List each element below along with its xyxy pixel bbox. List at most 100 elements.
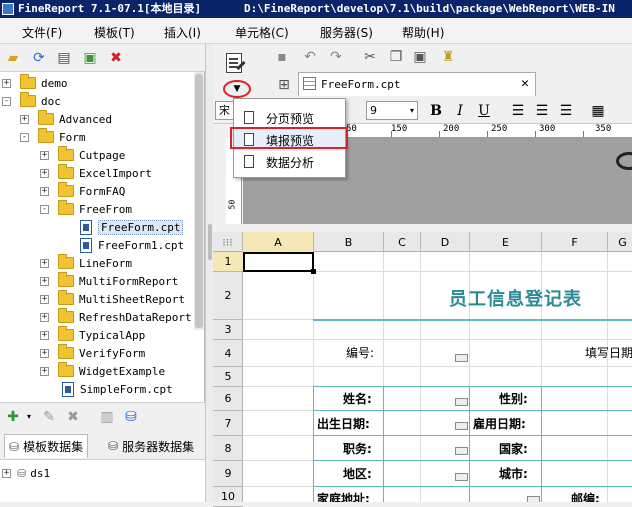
tab-template-datasets[interactable]: ⛁ 模板数据集 — [4, 434, 89, 458]
expand-icon[interactable]: + — [40, 168, 49, 178]
panel-splitter[interactable] — [205, 44, 213, 502]
edit-icon[interactable]: ✎ — [40, 408, 58, 426]
preview-button[interactable] — [222, 50, 250, 80]
row-header[interactable]: 6 — [213, 387, 243, 411]
column-header-e[interactable]: E — [470, 232, 542, 252]
splitter-handle[interactable] — [208, 224, 212, 260]
expand-icon[interactable]: + — [2, 468, 11, 478]
row-header[interactable]: 7 — [213, 411, 243, 436]
expand-icon[interactable]: + — [40, 186, 49, 196]
menu-cell[interactable]: 单元格(C) — [235, 24, 289, 41]
close-icon[interactable]: ✕ — [521, 76, 529, 91]
menu-insert[interactable]: 插入(I) — [164, 24, 201, 41]
menu-help[interactable]: 帮助(H) — [402, 24, 444, 41]
column-header-f[interactable]: F — [542, 232, 608, 252]
tab-server-datasets[interactable]: ⛁ 服务器数据集 — [104, 434, 198, 458]
scrollbar-thumb[interactable] — [195, 74, 203, 328]
bold-button[interactable]: B — [427, 102, 445, 120]
row-header[interactable]: 8 — [213, 436, 243, 461]
delete-icon[interactable]: ✖ — [107, 49, 125, 67]
tree-node-cutpage[interactable]: + Cutpage — [40, 146, 125, 164]
tree-node-lineform[interactable]: + LineForm — [40, 254, 132, 272]
selected-cell-a1[interactable] — [243, 252, 314, 272]
row-header[interactable]: 3 — [213, 320, 243, 340]
undo-icon[interactable]: ↶ — [301, 48, 319, 66]
collapse-icon[interactable]: - — [2, 96, 11, 106]
row-header[interactable]: 9 — [213, 461, 243, 487]
expand-icon[interactable]: + — [40, 258, 49, 268]
tree-node-form[interactable]: - Form — [20, 128, 86, 146]
tab-freeform-cpt[interactable]: FreeForm.cpt ✕ — [298, 72, 536, 96]
row-header[interactable]: 2 — [213, 272, 243, 320]
tree-scrollbar[interactable] — [194, 72, 204, 330]
row-header[interactable]: 1 — [213, 252, 243, 272]
text-widget-marker[interactable] — [527, 496, 540, 502]
tree-node-multiformreport[interactable]: + MultiFormReport — [40, 272, 178, 290]
paste-icon[interactable]: ▣ — [411, 48, 429, 66]
align-left-icon[interactable]: ☰ — [509, 102, 527, 120]
expand-icon[interactable]: + — [2, 78, 11, 88]
column-header-d[interactable]: D — [421, 232, 470, 252]
menu-item-data-analysis[interactable]: 数据分析 — [234, 151, 345, 173]
tree-node-advanced[interactable]: + Advanced — [20, 110, 112, 128]
tree-node-refreshdatareport[interactable]: + RefreshDataReport — [40, 308, 192, 326]
column-header-g[interactable]: G — [608, 232, 632, 252]
cut-icon[interactable]: ✂ — [361, 48, 379, 66]
tree-node-widgetexample[interactable]: + WidgetExample — [40, 362, 165, 380]
fill-handle[interactable] — [311, 269, 316, 274]
expand-icon[interactable]: + — [40, 276, 49, 286]
tree-node-verifyform[interactable]: + VerifyForm — [40, 344, 145, 362]
tree-node-demo[interactable]: + demo — [2, 74, 68, 92]
select-all-corner[interactable]: ⁝⁝⁝ — [213, 232, 243, 252]
column-header-c[interactable]: C — [384, 232, 421, 252]
properties-icon[interactable]: ▤ — [55, 49, 73, 67]
dataset-item[interactable]: + ⛁ ds1 — [2, 464, 50, 482]
connection-icon[interactable]: ⛁ — [122, 408, 140, 426]
menu-file[interactable]: 文件(F) — [22, 24, 62, 41]
font-size-select[interactable]: 9 ▾ — [366, 101, 418, 120]
dropdown-arrow-icon[interactable]: ▾ — [20, 408, 38, 426]
combo-widget-marker[interactable] — [455, 447, 468, 455]
preview-dropdown-arrow[interactable]: ▼ — [223, 80, 251, 98]
collapse-icon[interactable]: - — [40, 204, 49, 214]
row-header[interactable]: 10 — [213, 487, 243, 507]
redo-icon[interactable]: ↷ — [327, 48, 345, 66]
copy-icon[interactable]: ❐ — [387, 48, 405, 66]
tree-node-simpleform-cpt[interactable]: SimpleForm.cpt — [62, 380, 173, 398]
preview-data-icon[interactable]: ▥ — [98, 408, 116, 426]
tree-node-freefrom[interactable]: - FreeFrom — [40, 200, 132, 218]
column-header-b[interactable]: B — [314, 232, 384, 252]
row-header[interactable]: 4 — [213, 340, 243, 367]
tree-node-typicalapp[interactable]: + TypicalApp — [40, 326, 145, 344]
remove-icon[interactable]: ✖ — [64, 408, 82, 426]
refresh-icon[interactable]: ⟳ — [30, 49, 48, 67]
tree-node-multisheetreport[interactable]: + MultiSheetReport — [40, 290, 185, 308]
tree-node-excelimport[interactable]: + ExcelImport — [40, 164, 152, 182]
format-painter-icon[interactable]: ♜ — [439, 48, 457, 66]
date-widget-marker[interactable] — [455, 422, 468, 430]
align-center-icon[interactable]: ☰ — [533, 102, 551, 120]
border-icon[interactable]: ▦ — [589, 102, 607, 120]
expand-icon[interactable]: + — [40, 348, 49, 358]
row-header[interactable]: 5 — [213, 367, 243, 387]
new-folder-icon[interactable]: ▣ — [81, 49, 99, 67]
expand-icon[interactable]: + — [40, 294, 49, 304]
align-right-icon[interactable]: ☰ — [557, 102, 575, 120]
text-widget-marker[interactable] — [455, 354, 468, 362]
expand-icon[interactable]: + — [40, 366, 49, 376]
expand-icon[interactable]: + — [40, 330, 49, 340]
expand-icon[interactable]: + — [40, 150, 49, 160]
combo-widget-marker[interactable] — [455, 473, 468, 481]
open-folder-icon[interactable]: ▰ — [4, 49, 22, 67]
tree-node-doc[interactable]: - doc — [2, 92, 61, 110]
text-widget-marker[interactable] — [455, 398, 468, 406]
italic-button[interactable]: I — [451, 102, 469, 120]
menu-server[interactable]: 服务器(S) — [320, 24, 373, 41]
collapse-icon[interactable]: - — [20, 132, 29, 142]
spreadsheet-grid[interactable]: 员工信息登记表 编号: 填写日期 姓名: 性别: 出生日期: 雇用日期: 职务:… — [243, 252, 632, 502]
column-header-a[interactable]: A — [243, 232, 314, 252]
save-icon[interactable]: ▪ — [273, 48, 291, 66]
underline-button[interactable]: U — [475, 102, 493, 120]
expand-icon[interactable]: + — [20, 114, 29, 124]
tree-node-freeform1-cpt[interactable]: FreeForm1.cpt — [80, 236, 184, 254]
